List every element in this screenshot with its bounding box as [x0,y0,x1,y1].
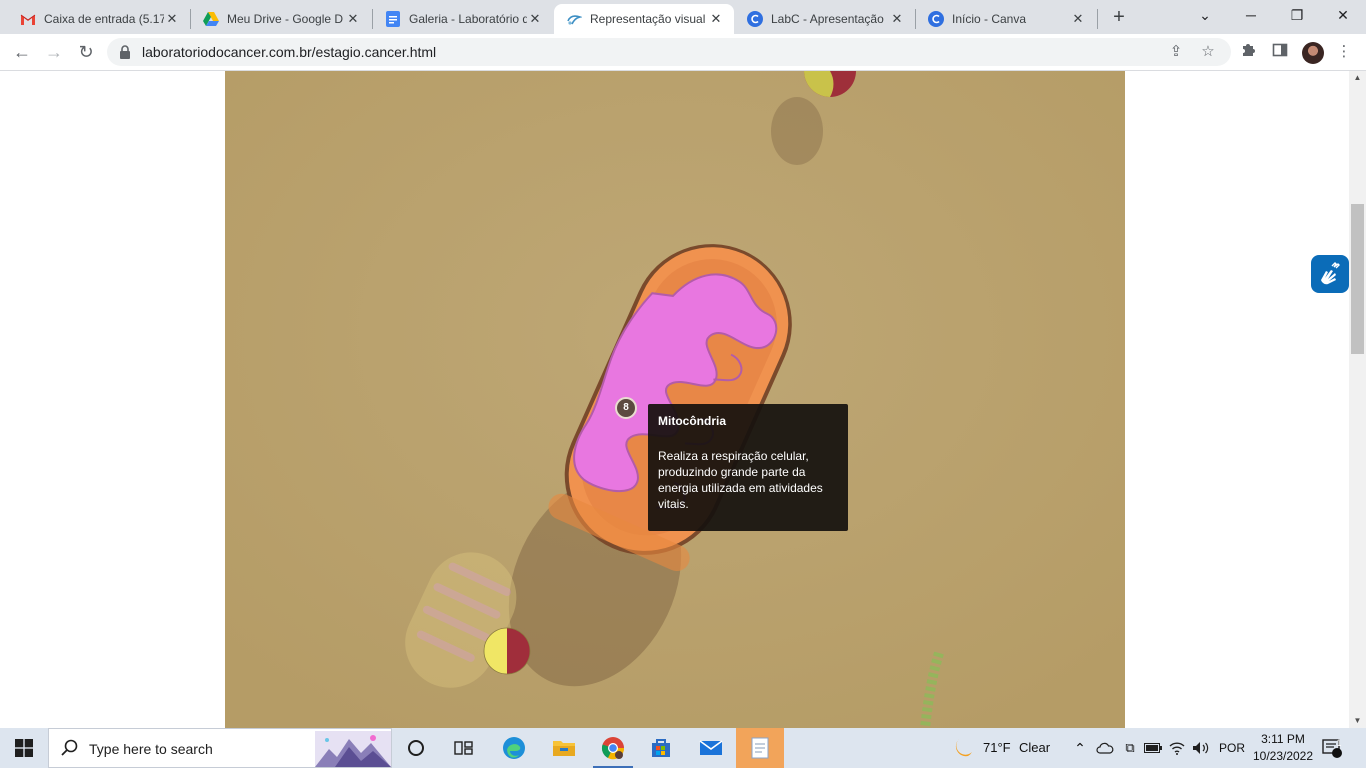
tab-title: Galeria - Laboratório d [409,12,527,26]
address-bar[interactable]: laboratoriodocancer.com.br/estagio.cance… [107,38,1231,66]
windows-start-button[interactable] [0,728,48,768]
taskbar-edge[interactable] [490,728,538,768]
notification-center-button[interactable]: 1 [1322,728,1352,768]
wifi-icon[interactable] [1169,728,1187,768]
folder-icon [553,741,575,756]
scrollbar-thumb[interactable] [1351,204,1364,354]
tooltip-description: Realiza a respiração celular, produzindo… [658,449,823,511]
google-docs-icon [385,11,401,27]
input-language[interactable]: POR [1219,728,1247,768]
edge-icon [503,737,525,759]
tab-title: Caixa de entrada (5.17 [44,12,164,26]
windows-logo-icon [15,739,33,757]
battery-icon[interactable] [1144,728,1162,768]
tab-representacao-visual[interactable]: Representação visual d ✕ [554,4,734,34]
crescent-moon-icon [955,739,972,757]
chrome-menu-icon[interactable]: ⋮ [1334,42,1354,62]
weather-widget[interactable]: 71°F Clear [950,728,1060,768]
reload-button[interactable]: ↻ [72,38,100,66]
forward-button[interactable]: → [40,38,68,66]
tab-title: Início - Canva [952,12,1027,26]
cortana-button[interactable] [392,728,440,768]
close-tab-icon[interactable]: ✕ [889,11,905,27]
cell-3d-scene[interactable]: 8 Mitocôndria Realiza a respiração celul… [225,71,1125,728]
browser-toolbar: ← → ↻ laboratoriodocancer.com.br/estagio… [0,34,1366,71]
chrome-icon [601,737,625,760]
close-tab-icon[interactable]: ✕ [345,11,361,27]
tab-title: Meu Drive - Google D [227,12,344,26]
tab-title: LabC - Apresentação [771,12,884,26]
ribosome-bottom [483,627,531,675]
notification-count: 1 [1336,738,1342,748]
profile-avatar[interactable] [1302,42,1324,64]
windows-taskbar: Type here to search 71°F Clear ⌃ ⧉ POR 3… [0,728,1366,768]
notepad-icon [751,737,769,759]
share-icon[interactable]: ⇪ [1167,43,1185,61]
gmail-icon [20,11,36,27]
search-icon [61,739,79,757]
restore-button[interactable]: ❐ [1274,0,1320,30]
close-window-button[interactable]: ✕ [1320,0,1366,30]
close-tab-icon[interactable]: ✕ [164,11,180,27]
clock-time: 3:11 PM [1261,732,1305,746]
tab-labc-apresentacao[interactable]: LabC - Apresentação ✕ [735,4,915,34]
url-text[interactable]: laboratoriodocancer.com.br/estagio.cance… [142,44,436,60]
page-viewport: 8 Mitocôndria Realiza a respiração celul… [0,71,1366,728]
device-sync-icon[interactable]: ⧉ [1122,728,1138,768]
taskbar-chrome[interactable] [589,728,637,768]
google-drive-icon [203,11,219,27]
taskbar-microsoft-store[interactable] [637,728,685,768]
tooltip-title: Mitocôndria [658,414,726,428]
close-tab-icon[interactable]: ✕ [1070,11,1086,27]
search-placeholder: Type here to search [89,741,213,757]
page-scrollbar[interactable]: ▲ ▼ [1349,71,1366,728]
minimize-button[interactable]: ─ [1228,0,1274,30]
scroll-up-arrow[interactable]: ▲ [1349,71,1366,85]
taskbar-mail[interactable] [687,728,735,768]
hotspot-marker[interactable]: 8 [615,397,637,419]
store-bag-icon [652,739,670,757]
taskbar-search-box[interactable]: Type here to search [48,728,392,768]
onedrive-cloud-icon[interactable] [1096,728,1114,768]
cortana-circle-icon [408,740,424,756]
tab-gmail[interactable]: Caixa de entrada (5.17 ✕ [8,4,190,34]
lock-icon[interactable] [119,45,133,59]
weather-description: Clear [1019,740,1051,755]
taskbar-notepad[interactable] [736,728,784,768]
task-view-button[interactable] [440,728,488,768]
close-tab-icon[interactable]: ✕ [708,11,724,27]
site-favicon [566,11,582,27]
sign-language-hands-icon [1321,262,1340,285]
taskbar-clock[interactable]: 3:11 PM 10/23/2022 [1248,731,1318,765]
tab-galeria[interactable]: Galeria - Laboratório d ✕ [373,4,553,34]
browser-tab-strip: Caixa de entrada (5.17 ✕ Meu Drive - Goo… [0,0,1366,34]
show-hidden-icons-chevron[interactable]: ⌃ [1072,728,1088,768]
clock-date: 10/23/2022 [1252,749,1314,763]
mail-envelope-icon [699,740,723,755]
bookmark-star-icon[interactable]: ☆ [1199,43,1217,61]
cell-scene-drawing [225,71,1125,728]
side-panel-icon[interactable] [1270,42,1290,62]
canva-icon [928,11,944,27]
tab-divider [1097,9,1098,29]
tab-title: Representação visual d [590,12,708,26]
canva-icon [747,11,763,27]
scroll-down-arrow[interactable]: ▼ [1349,714,1366,728]
search-highlight-illustration [315,731,391,767]
back-button[interactable]: ← [8,38,36,66]
tab-inicio-canva[interactable]: Início - Canva ✕ [916,4,1096,34]
extensions-puzzle-icon[interactable] [1238,42,1258,62]
volume-speaker-icon[interactable] [1192,728,1210,768]
taskbar-file-explorer[interactable] [540,728,588,768]
vlibras-accessibility-button[interactable] [1311,255,1349,293]
task-view-icon [454,741,473,755]
tab-google-drive[interactable]: Meu Drive - Google D ✕ [191,4,371,34]
close-tab-icon[interactable]: ✕ [527,11,543,27]
new-tab-button[interactable]: + [1106,6,1132,30]
organelle-tooltip: Mitocôndria Realiza a respiração celular… [648,404,848,531]
tab-search-button[interactable]: ⌄ [1182,0,1228,30]
weather-temperature: 71°F [983,740,1011,755]
